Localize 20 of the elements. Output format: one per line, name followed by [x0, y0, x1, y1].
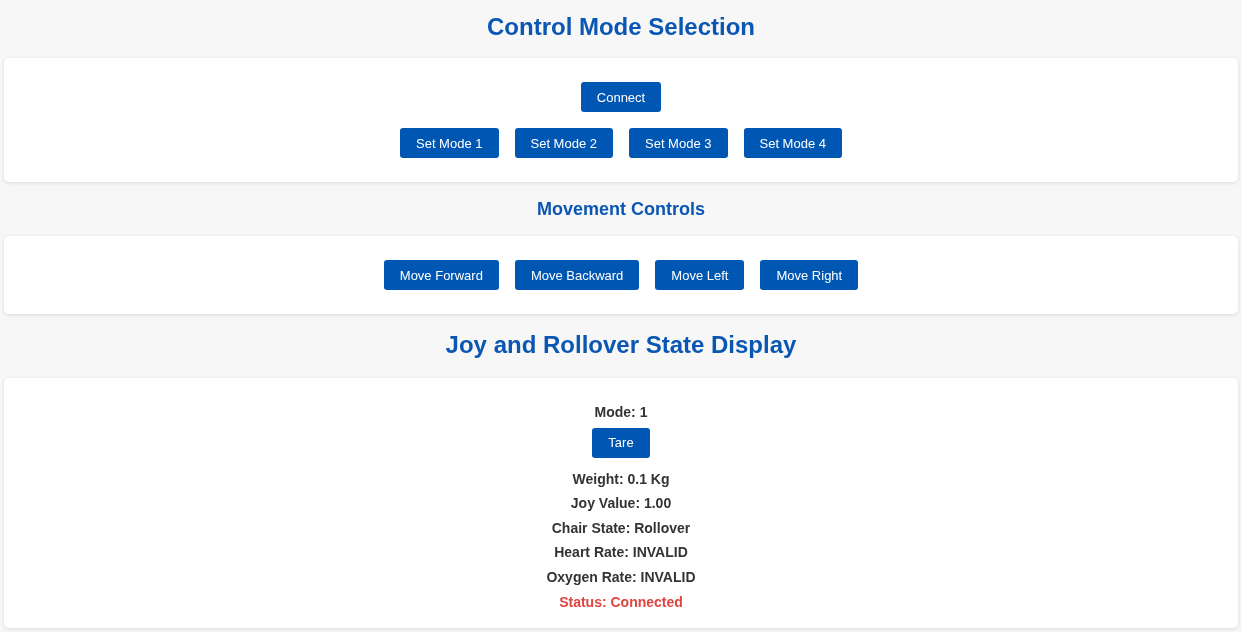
- reading-text: Mode: 1: [594, 403, 648, 422]
- reading-text: Chair State: Rollover: [551, 518, 691, 538]
- action-button[interactable]: Set Mode 1: [400, 128, 499, 158]
- reading-text: Oxygen Rate: INVALID: [546, 567, 696, 587]
- action-button[interactable]: Move Left: [655, 260, 745, 290]
- reading-text: Weight: 0.1 Kg: [572, 469, 670, 489]
- action-button[interactable]: Set Mode 4: [743, 128, 842, 158]
- status-text: Status: Connected: [559, 592, 683, 612]
- action-button[interactable]: Set Mode 3: [629, 128, 728, 158]
- section-heading: Joy and Rollover State Display: [444, 330, 798, 360]
- section-heading: Control Mode Selection: [486, 12, 756, 42]
- action-button[interactable]: Move Forward: [383, 260, 499, 290]
- action-button[interactable]: Set Mode 2: [514, 128, 613, 158]
- action-button[interactable]: Move Backward: [514, 260, 640, 290]
- action-button[interactable]: Connect: [580, 82, 662, 112]
- action-button[interactable]: Move Right: [760, 260, 859, 290]
- section-heading: Movement Controls: [536, 198, 706, 221]
- reading-text: Heart Rate: INVALID: [554, 543, 688, 563]
- reading-text: Joy Value: 1.00: [570, 494, 672, 514]
- tare-button[interactable]: Tare: [592, 427, 650, 458]
